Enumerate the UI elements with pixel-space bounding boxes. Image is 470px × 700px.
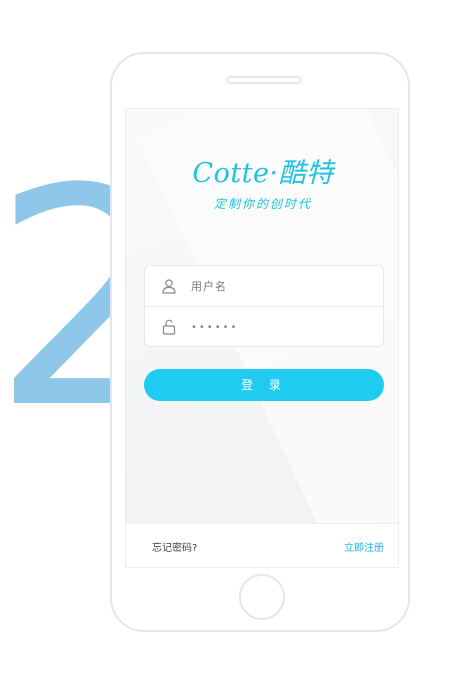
- brand-title: Cotte·酷特: [192, 158, 334, 189]
- phone-screen: Cotte·酷特 定制你的创时代 用户名 •••••• 登 录 忘记密码? 立即…: [125, 108, 399, 568]
- password-value: ••••••: [191, 321, 239, 333]
- user-icon: [161, 278, 177, 294]
- lock-icon: [161, 319, 177, 335]
- login-form: 用户名 ••••••: [144, 265, 384, 347]
- brand-logo: Cotte·酷特 定制你的创时代: [126, 157, 398, 212]
- phone-speaker: [226, 76, 302, 84]
- forgot-password-link[interactable]: 忘记密码?: [152, 539, 197, 554]
- bottom-bar: 忘记密码? 立即注册: [126, 523, 398, 567]
- password-field[interactable]: ••••••: [145, 307, 383, 347]
- home-button[interactable]: [239, 574, 285, 620]
- login-button[interactable]: 登 录: [144, 369, 384, 401]
- username-placeholder: 用户名: [191, 280, 227, 293]
- brand-slogan: 定制你的创时代: [213, 197, 312, 211]
- register-link[interactable]: 立即注册: [344, 539, 384, 554]
- phone-mockup: Cotte·酷特 定制你的创时代 用户名 •••••• 登 录 忘记密码? 立即…: [110, 52, 410, 632]
- username-field[interactable]: 用户名: [145, 266, 383, 307]
